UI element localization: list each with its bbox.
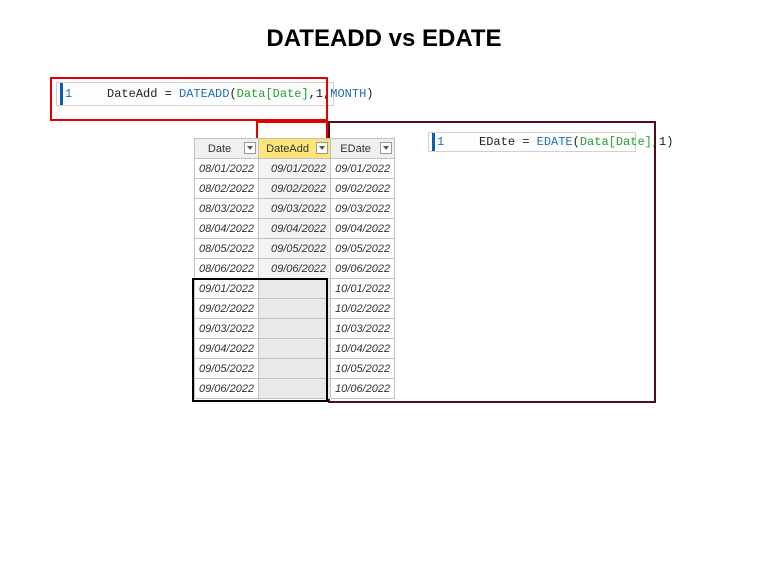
cell-date: 08/05/2022 xyxy=(195,239,259,259)
table-row[interactable]: 08/06/202209/06/202209/06/2022 xyxy=(195,259,395,279)
table-row[interactable]: 08/03/202209/03/202209/03/2022 xyxy=(195,199,395,219)
cell-edate: 09/04/2022 xyxy=(331,219,395,239)
table-row[interactable]: 09/06/2022 10/06/2022 xyxy=(195,379,395,399)
cell-edate: 09/05/2022 xyxy=(331,239,395,259)
table-row[interactable]: 09/01/2022 10/01/2022 xyxy=(195,279,395,299)
cell-date: 09/06/2022 xyxy=(195,379,259,399)
header-edate-label: EDate xyxy=(340,143,371,155)
data-table-wrap: Date DateAdd EDate 08/01/202209/01/20220… xyxy=(194,138,395,399)
cell-date: 08/02/2022 xyxy=(195,179,259,199)
table-row[interactable]: 09/03/2022 10/03/2022 xyxy=(195,319,395,339)
table-header-row: Date DateAdd EDate xyxy=(195,139,395,159)
header-date[interactable]: Date xyxy=(195,139,259,159)
cell-date: 09/03/2022 xyxy=(195,319,259,339)
cell-dateadd xyxy=(259,359,331,379)
cell-date: 08/01/2022 xyxy=(195,159,259,179)
data-table: Date DateAdd EDate 08/01/202209/01/20220… xyxy=(194,138,395,399)
table-row[interactable]: 09/04/2022 10/04/2022 xyxy=(195,339,395,359)
header-edate[interactable]: EDate xyxy=(331,139,395,159)
cell-dateadd: 09/02/2022 xyxy=(259,179,331,199)
cell-dateadd xyxy=(259,319,331,339)
cell-edate: 10/01/2022 xyxy=(331,279,395,299)
cell-date: 08/04/2022 xyxy=(195,219,259,239)
table-row[interactable]: 09/02/2022 10/02/2022 xyxy=(195,299,395,319)
table-row[interactable]: 08/04/202209/04/202209/04/2022 xyxy=(195,219,395,239)
cell-dateadd: 09/05/2022 xyxy=(259,239,331,259)
cell-edate: 10/03/2022 xyxy=(331,319,395,339)
cell-edate: 10/04/2022 xyxy=(331,339,395,359)
cell-edate: 09/02/2022 xyxy=(331,179,395,199)
cell-edate: 09/01/2022 xyxy=(331,159,395,179)
cell-date: 09/04/2022 xyxy=(195,339,259,359)
formula-bar-dateadd[interactable]: 1 DateAdd = DATEADD(Data[Date],1,MONTH) xyxy=(56,82,334,106)
header-dateadd[interactable]: DateAdd xyxy=(259,139,331,159)
table-row[interactable]: 08/02/202209/02/202209/02/2022 xyxy=(195,179,395,199)
cell-edate: 10/06/2022 xyxy=(331,379,395,399)
cell-dateadd: 09/03/2022 xyxy=(259,199,331,219)
page-title: DATEADD vs EDATE xyxy=(0,25,768,53)
formula-text: EDate = EDATE(Data[Date],1) xyxy=(450,121,673,163)
cell-dateadd xyxy=(259,279,331,299)
header-dateadd-label: DateAdd xyxy=(266,143,309,155)
cell-dateadd xyxy=(259,339,331,359)
cell-date: 08/06/2022 xyxy=(195,259,259,279)
cell-date: 09/01/2022 xyxy=(195,279,259,299)
cell-dateadd: 09/06/2022 xyxy=(259,259,331,279)
table-row[interactable]: 08/05/202209/05/202209/05/2022 xyxy=(195,239,395,259)
cell-edate: 09/03/2022 xyxy=(331,199,395,219)
cell-edate: 09/06/2022 xyxy=(331,259,395,279)
table-row[interactable]: 09/05/2022 10/05/2022 xyxy=(195,359,395,379)
cell-dateadd xyxy=(259,379,331,399)
cell-date: 08/03/2022 xyxy=(195,199,259,219)
cell-edate: 10/02/2022 xyxy=(331,299,395,319)
cell-date: 09/05/2022 xyxy=(195,359,259,379)
line-number: 1 xyxy=(432,133,444,151)
filter-dropdown-icon[interactable] xyxy=(244,142,256,154)
cell-edate: 10/05/2022 xyxy=(331,359,395,379)
header-date-label: Date xyxy=(208,143,231,155)
cell-dateadd: 09/04/2022 xyxy=(259,219,331,239)
filter-dropdown-icon[interactable] xyxy=(380,142,392,154)
cell-date: 09/02/2022 xyxy=(195,299,259,319)
cell-dateadd: 09/01/2022 xyxy=(259,159,331,179)
table-row[interactable]: 08/01/202209/01/202209/01/2022 xyxy=(195,159,395,179)
formula-text: DateAdd = DATEADD(Data[Date],1,MONTH) xyxy=(78,73,373,115)
line-number: 1 xyxy=(60,83,72,105)
cell-dateadd xyxy=(259,299,331,319)
formula-bar-edate[interactable]: 1 EDate = EDATE(Data[Date],1) xyxy=(428,132,636,152)
filter-dropdown-icon[interactable] xyxy=(316,142,328,154)
